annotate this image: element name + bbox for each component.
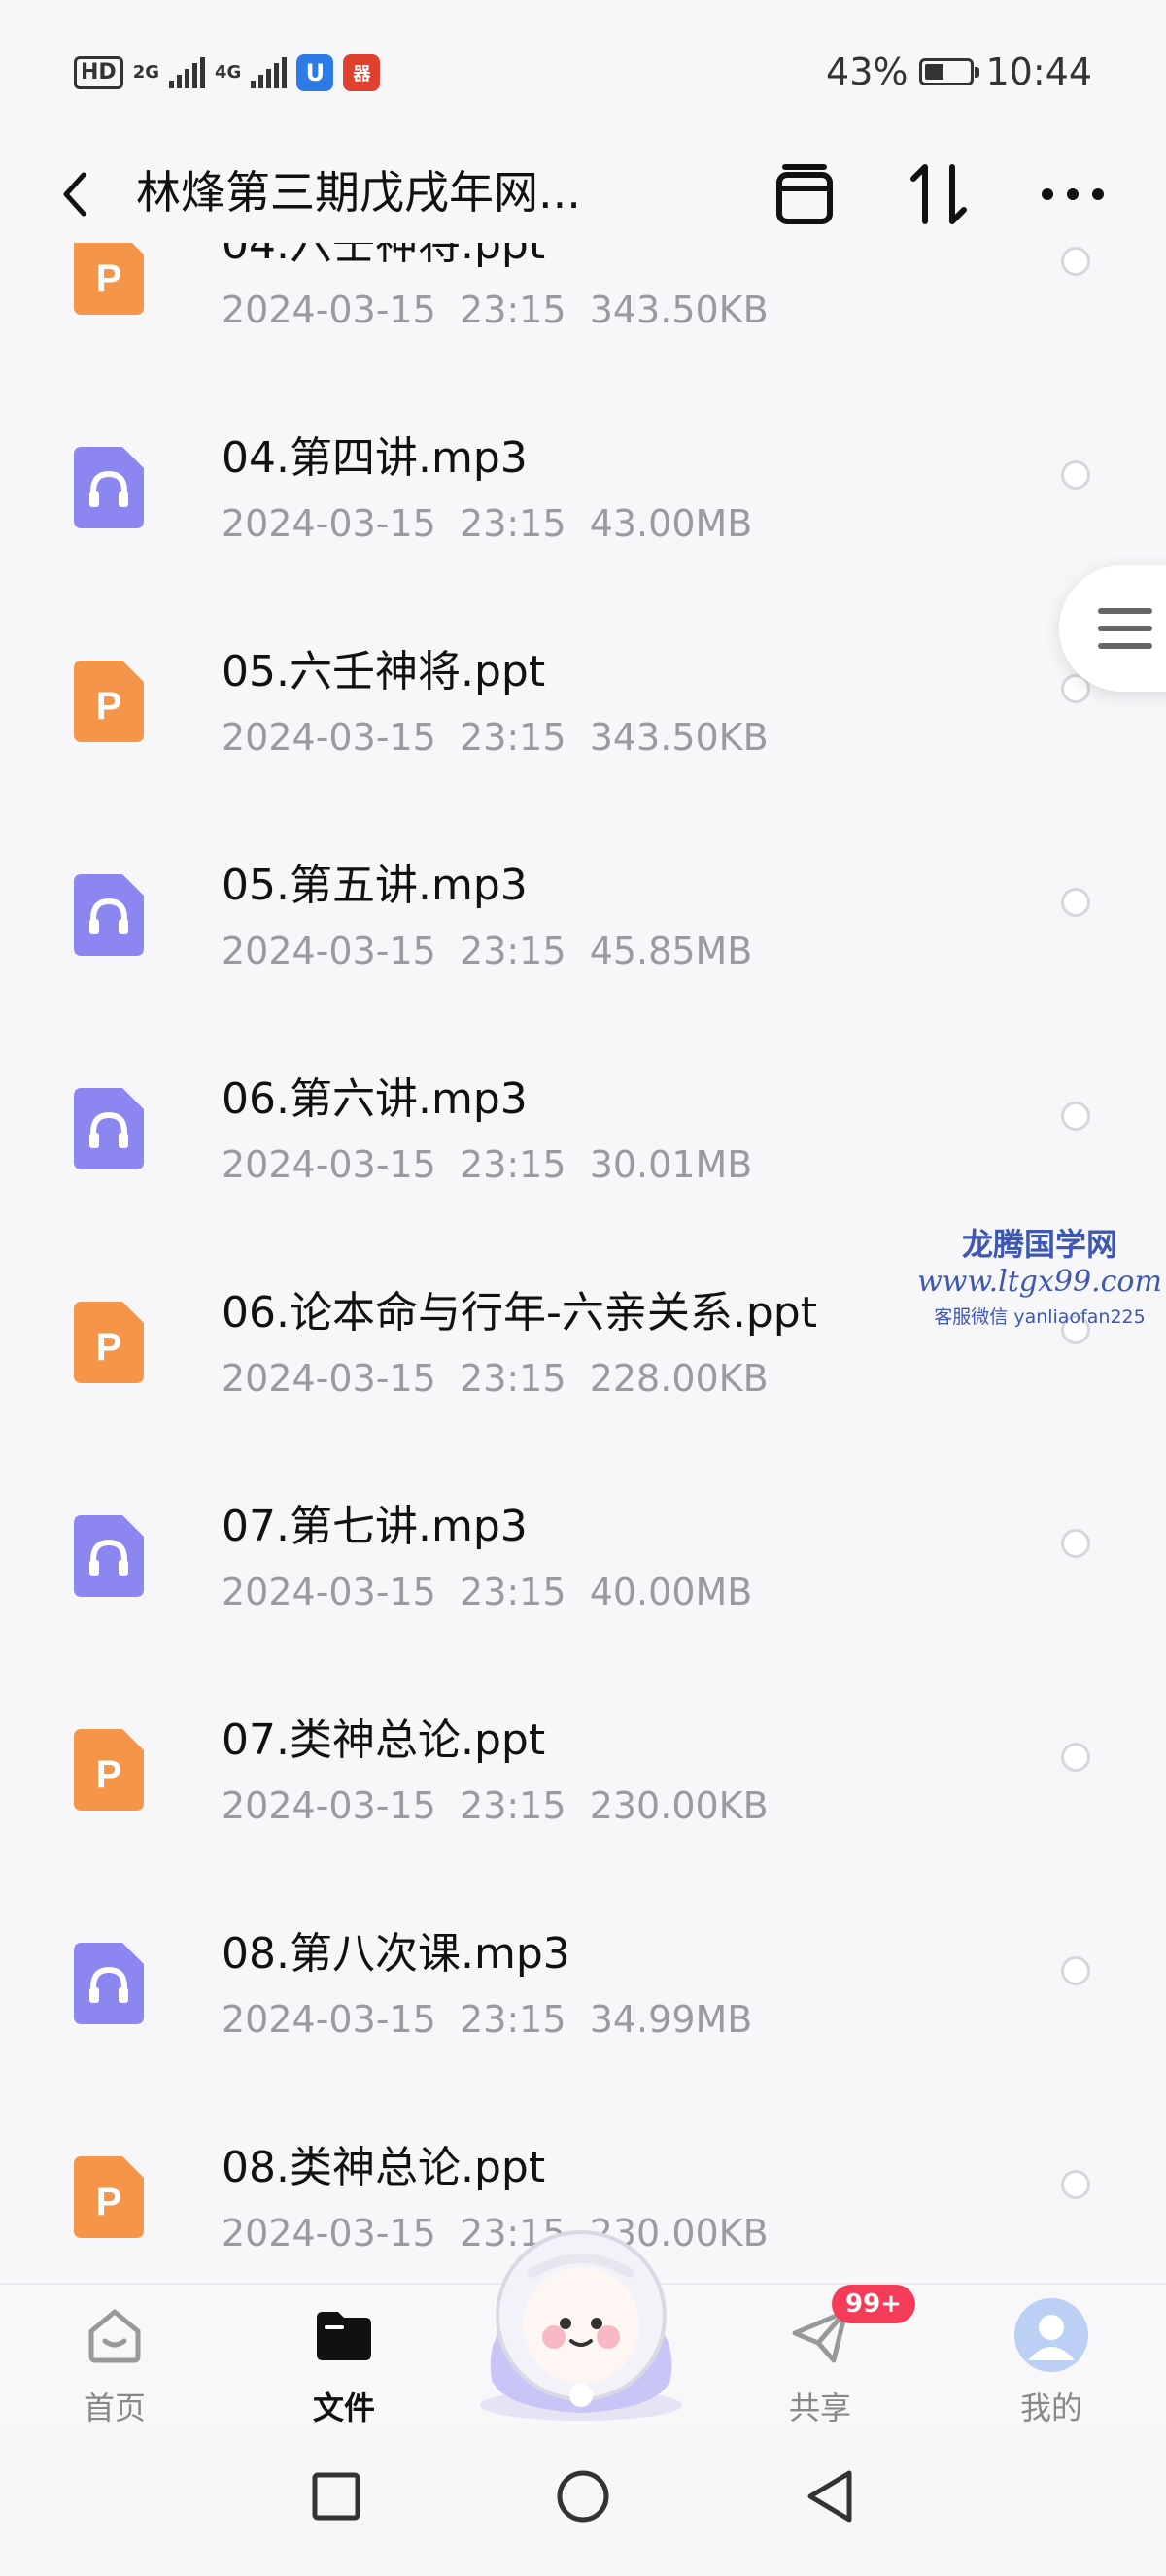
watermark-url: www.ltgx99.com [917, 1265, 1162, 1299]
ppt-file-icon: P [74, 1729, 144, 1811]
watermark: 龙腾国学网 www.ltgx99.com 客服微信 yanliaofan225 [913, 1220, 1166, 1329]
select-radio[interactable] [1061, 1102, 1090, 1131]
folder-icon [317, 2312, 371, 2360]
page-title: 林烽第三期戊戌年网... [136, 166, 581, 219]
select-radio[interactable] [1061, 460, 1090, 490]
file-name: 07.类神总论.ppt [222, 1715, 546, 1765]
svg-text:P: P [96, 2181, 122, 2223]
file-meta: 2024-03-15 23:15 40.00MB [222, 1571, 753, 1613]
audio-file-icon [74, 1088, 144, 1169]
file-name: 07.第七讲.mp3 [222, 1502, 528, 1551]
home-circle-icon[interactable] [554, 2467, 612, 2525]
nav-label: 文件 [312, 2390, 375, 2426]
file-meta: 2024-03-15 23:15 228.00KB [222, 1357, 769, 1400]
select-radio[interactable] [1061, 247, 1090, 276]
chevron-left-icon[interactable] [56, 167, 95, 221]
file-row[interactable]: 08.第八次课.mp3 2024-03-15 23:15 34.99MB [0, 1904, 1166, 2118]
select-radio[interactable] [1061, 1956, 1090, 1985]
file-meta: 2024-03-15 23:15 343.50KB [222, 716, 769, 759]
file-meta: 2024-03-15 23:15 34.99MB [222, 1998, 753, 2041]
profile-icon [1014, 2298, 1088, 2372]
ppt-file-icon: P [74, 233, 144, 315]
more-icon[interactable] [1038, 159, 1108, 229]
file-row[interactable]: 07.第七讲.mp3 2024-03-15 23:15 40.00MB [0, 1476, 1166, 1690]
file-list: P 04.六壬神将.ppt 2024-03-15 23:15 343.50KB … [0, 0, 1166, 2283]
watermark-contact: 客服微信 yanliaofan225 [934, 1306, 1146, 1328]
watermark-title: 龙腾国学网 [961, 1226, 1117, 1263]
recent-apps-icon[interactable] [307, 2467, 365, 2525]
file-name: 06.第六讲.mp3 [222, 1074, 528, 1124]
audio-file-icon [74, 874, 144, 956]
audio-file-icon [74, 447, 144, 528]
file-meta: 2024-03-15 23:15 30.01MB [222, 1143, 753, 1186]
file-name: 05.第五讲.mp3 [222, 861, 528, 910]
svg-text:P: P [96, 1326, 122, 1369]
file-row[interactable]: P 05.六壬神将.ppt 2024-03-15 23:15 343.50KB [0, 622, 1166, 835]
file-row[interactable]: 05.第五讲.mp3 2024-03-15 23:15 45.85MB [0, 835, 1166, 1049]
svg-text:P: P [96, 1753, 122, 1796]
ppt-file-icon: P [74, 2156, 144, 2238]
top-bar: 林烽第三期戊戌年网... [0, 146, 1166, 243]
select-radio[interactable] [1061, 2170, 1090, 2199]
file-meta: 2024-03-15 23:15 43.00MB [222, 502, 753, 545]
select-radio[interactable] [1061, 1743, 1090, 1772]
file-name: 08.类神总论.ppt [222, 2143, 546, 2192]
select-radio[interactable] [1061, 888, 1090, 917]
hamburger-icon [1098, 608, 1152, 661]
audio-file-icon [74, 1515, 144, 1597]
mascot-icon[interactable] [464, 2215, 698, 2428]
archive-icon[interactable] [770, 159, 840, 229]
file-meta: 2024-03-15 23:15 230.00KB [222, 1784, 769, 1827]
ppt-file-icon: P [74, 661, 144, 742]
nav-label: 共享 [788, 2390, 851, 2426]
file-name: 04.第四讲.mp3 [222, 433, 528, 483]
sort-icon[interactable] [904, 159, 974, 229]
back-triangle-icon[interactable] [801, 2467, 859, 2525]
file-row[interactable]: 04.第四讲.mp3 2024-03-15 23:15 43.00MB [0, 408, 1166, 622]
file-name: 05.六壬神将.ppt [222, 647, 546, 696]
ppt-file-icon: P [74, 1302, 144, 1383]
file-name: 06.论本命与行年-六亲关系.ppt [222, 1288, 817, 1338]
notification-badge: 99+ [832, 2285, 915, 2323]
svg-text:P: P [96, 685, 122, 728]
file-name: 08.第八次课.mp3 [222, 1929, 570, 1979]
audio-file-icon [74, 1943, 144, 2024]
nav-share[interactable]: 99+ 共享 [723, 2285, 917, 2430]
nav-label: 首页 [83, 2390, 146, 2426]
nav-home[interactable]: 首页 [17, 2285, 212, 2430]
svg-text:P: P [96, 257, 122, 300]
nav-profile[interactable]: 我的 [954, 2285, 1149, 2430]
nav-files[interactable]: 文件 [247, 2285, 441, 2430]
home-icon [88, 2309, 141, 2363]
nav-label: 我的 [1019, 2390, 1082, 2426]
file-row[interactable]: P 07.类神总论.ppt 2024-03-15 23:15 230.00KB [0, 1690, 1166, 1904]
file-meta: 2024-03-15 23:15 45.85MB [222, 930, 753, 972]
system-nav-bar [0, 2428, 1166, 2576]
file-meta: 2024-03-15 23:15 343.50KB [222, 288, 769, 331]
select-radio[interactable] [1061, 1529, 1090, 1558]
